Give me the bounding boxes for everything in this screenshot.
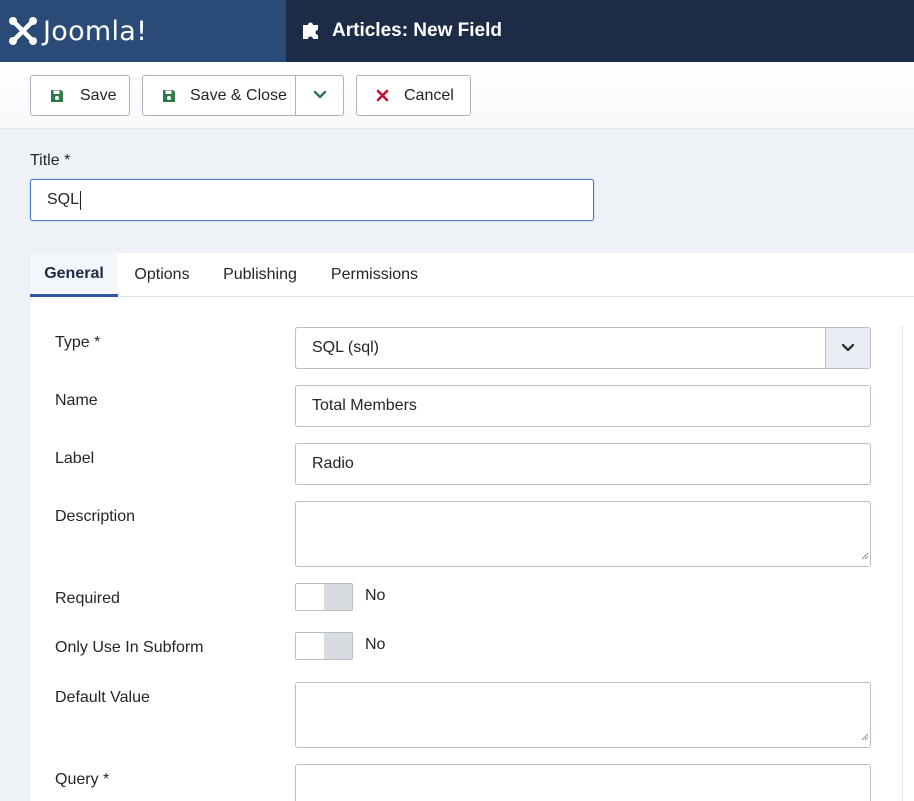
label-label: Label <box>55 450 95 467</box>
toggle-knob <box>296 584 324 610</box>
only-subform-toggle[interactable] <box>295 632 353 660</box>
logo-wordmark: Joomla! <box>43 15 148 47</box>
save-close-button[interactable]: Save & Close <box>143 76 297 115</box>
save-button[interactable]: Save <box>30 75 130 116</box>
label-input-value: Radio <box>312 455 354 472</box>
toolbar: Save Save & Close Cancel <box>0 62 914 129</box>
app-header: Joomla! Articles: New Field <box>0 0 914 62</box>
panel-divider <box>902 325 903 801</box>
required-state: No <box>365 587 386 604</box>
description-label: Description <box>55 508 136 525</box>
save-button-label: Save <box>80 86 117 104</box>
resize-grip-icon[interactable] <box>859 728 869 746</box>
tab-permissions[interactable]: Permissions <box>314 253 435 297</box>
type-select[interactable]: SQL (sql) <box>295 327 871 369</box>
save-close-button-group: Save & Close <box>142 75 344 116</box>
save-options-dropdown-toggle[interactable] <box>296 76 343 115</box>
floppy-disk-icon <box>162 89 176 103</box>
only-subform-label: Only Use In Subform <box>55 639 204 656</box>
tab-publishing[interactable]: Publishing <box>206 253 314 297</box>
toggle-knob <box>296 633 324 659</box>
description-textarea[interactable] <box>295 501 871 567</box>
page-heading: Articles: New Field <box>286 0 502 62</box>
name-label: Name <box>55 392 98 409</box>
title-input[interactable]: SQL <box>30 179 594 221</box>
tab-general[interactable]: General <box>30 253 118 297</box>
type-label: Type * <box>55 334 101 351</box>
resize-grip-icon[interactable] <box>859 547 869 565</box>
joomla-logo-icon <box>8 16 38 46</box>
puzzle-piece-icon <box>301 18 323 45</box>
required-label: Required <box>55 590 120 607</box>
chevron-down-icon <box>825 328 870 368</box>
toggle-track <box>324 584 352 610</box>
title-input-value: SQL <box>47 191 80 208</box>
type-select-value: SQL (sql) <box>312 339 379 356</box>
text-caret <box>80 190 82 210</box>
default-value-textarea[interactable] <box>295 682 871 748</box>
floppy-disk-icon <box>50 89 64 103</box>
toggle-track <box>324 633 352 659</box>
save-close-button-label: Save & Close <box>190 86 287 104</box>
query-label: Query * <box>55 771 110 788</box>
page-title: Articles: New Field <box>332 20 502 41</box>
name-input-value: Total Members <box>312 397 417 414</box>
tab-options[interactable]: Options <box>118 253 206 297</box>
tab-bar: General Options Publishing Permissions <box>30 253 914 297</box>
default-value-label: Default Value <box>55 689 150 706</box>
label-input[interactable]: Radio <box>295 443 871 485</box>
name-input[interactable]: Total Members <box>295 385 871 427</box>
cancel-button-label: Cancel <box>404 86 454 104</box>
required-toggle[interactable] <box>295 583 353 611</box>
chevron-down-icon <box>313 87 327 105</box>
query-textarea[interactable] <box>295 764 871 801</box>
joomla-logo[interactable]: Joomla! <box>0 0 286 62</box>
close-x-icon <box>376 89 389 102</box>
title-label: Title * <box>30 152 71 169</box>
cancel-button[interactable]: Cancel <box>356 75 471 116</box>
only-subform-state: No <box>365 636 386 653</box>
